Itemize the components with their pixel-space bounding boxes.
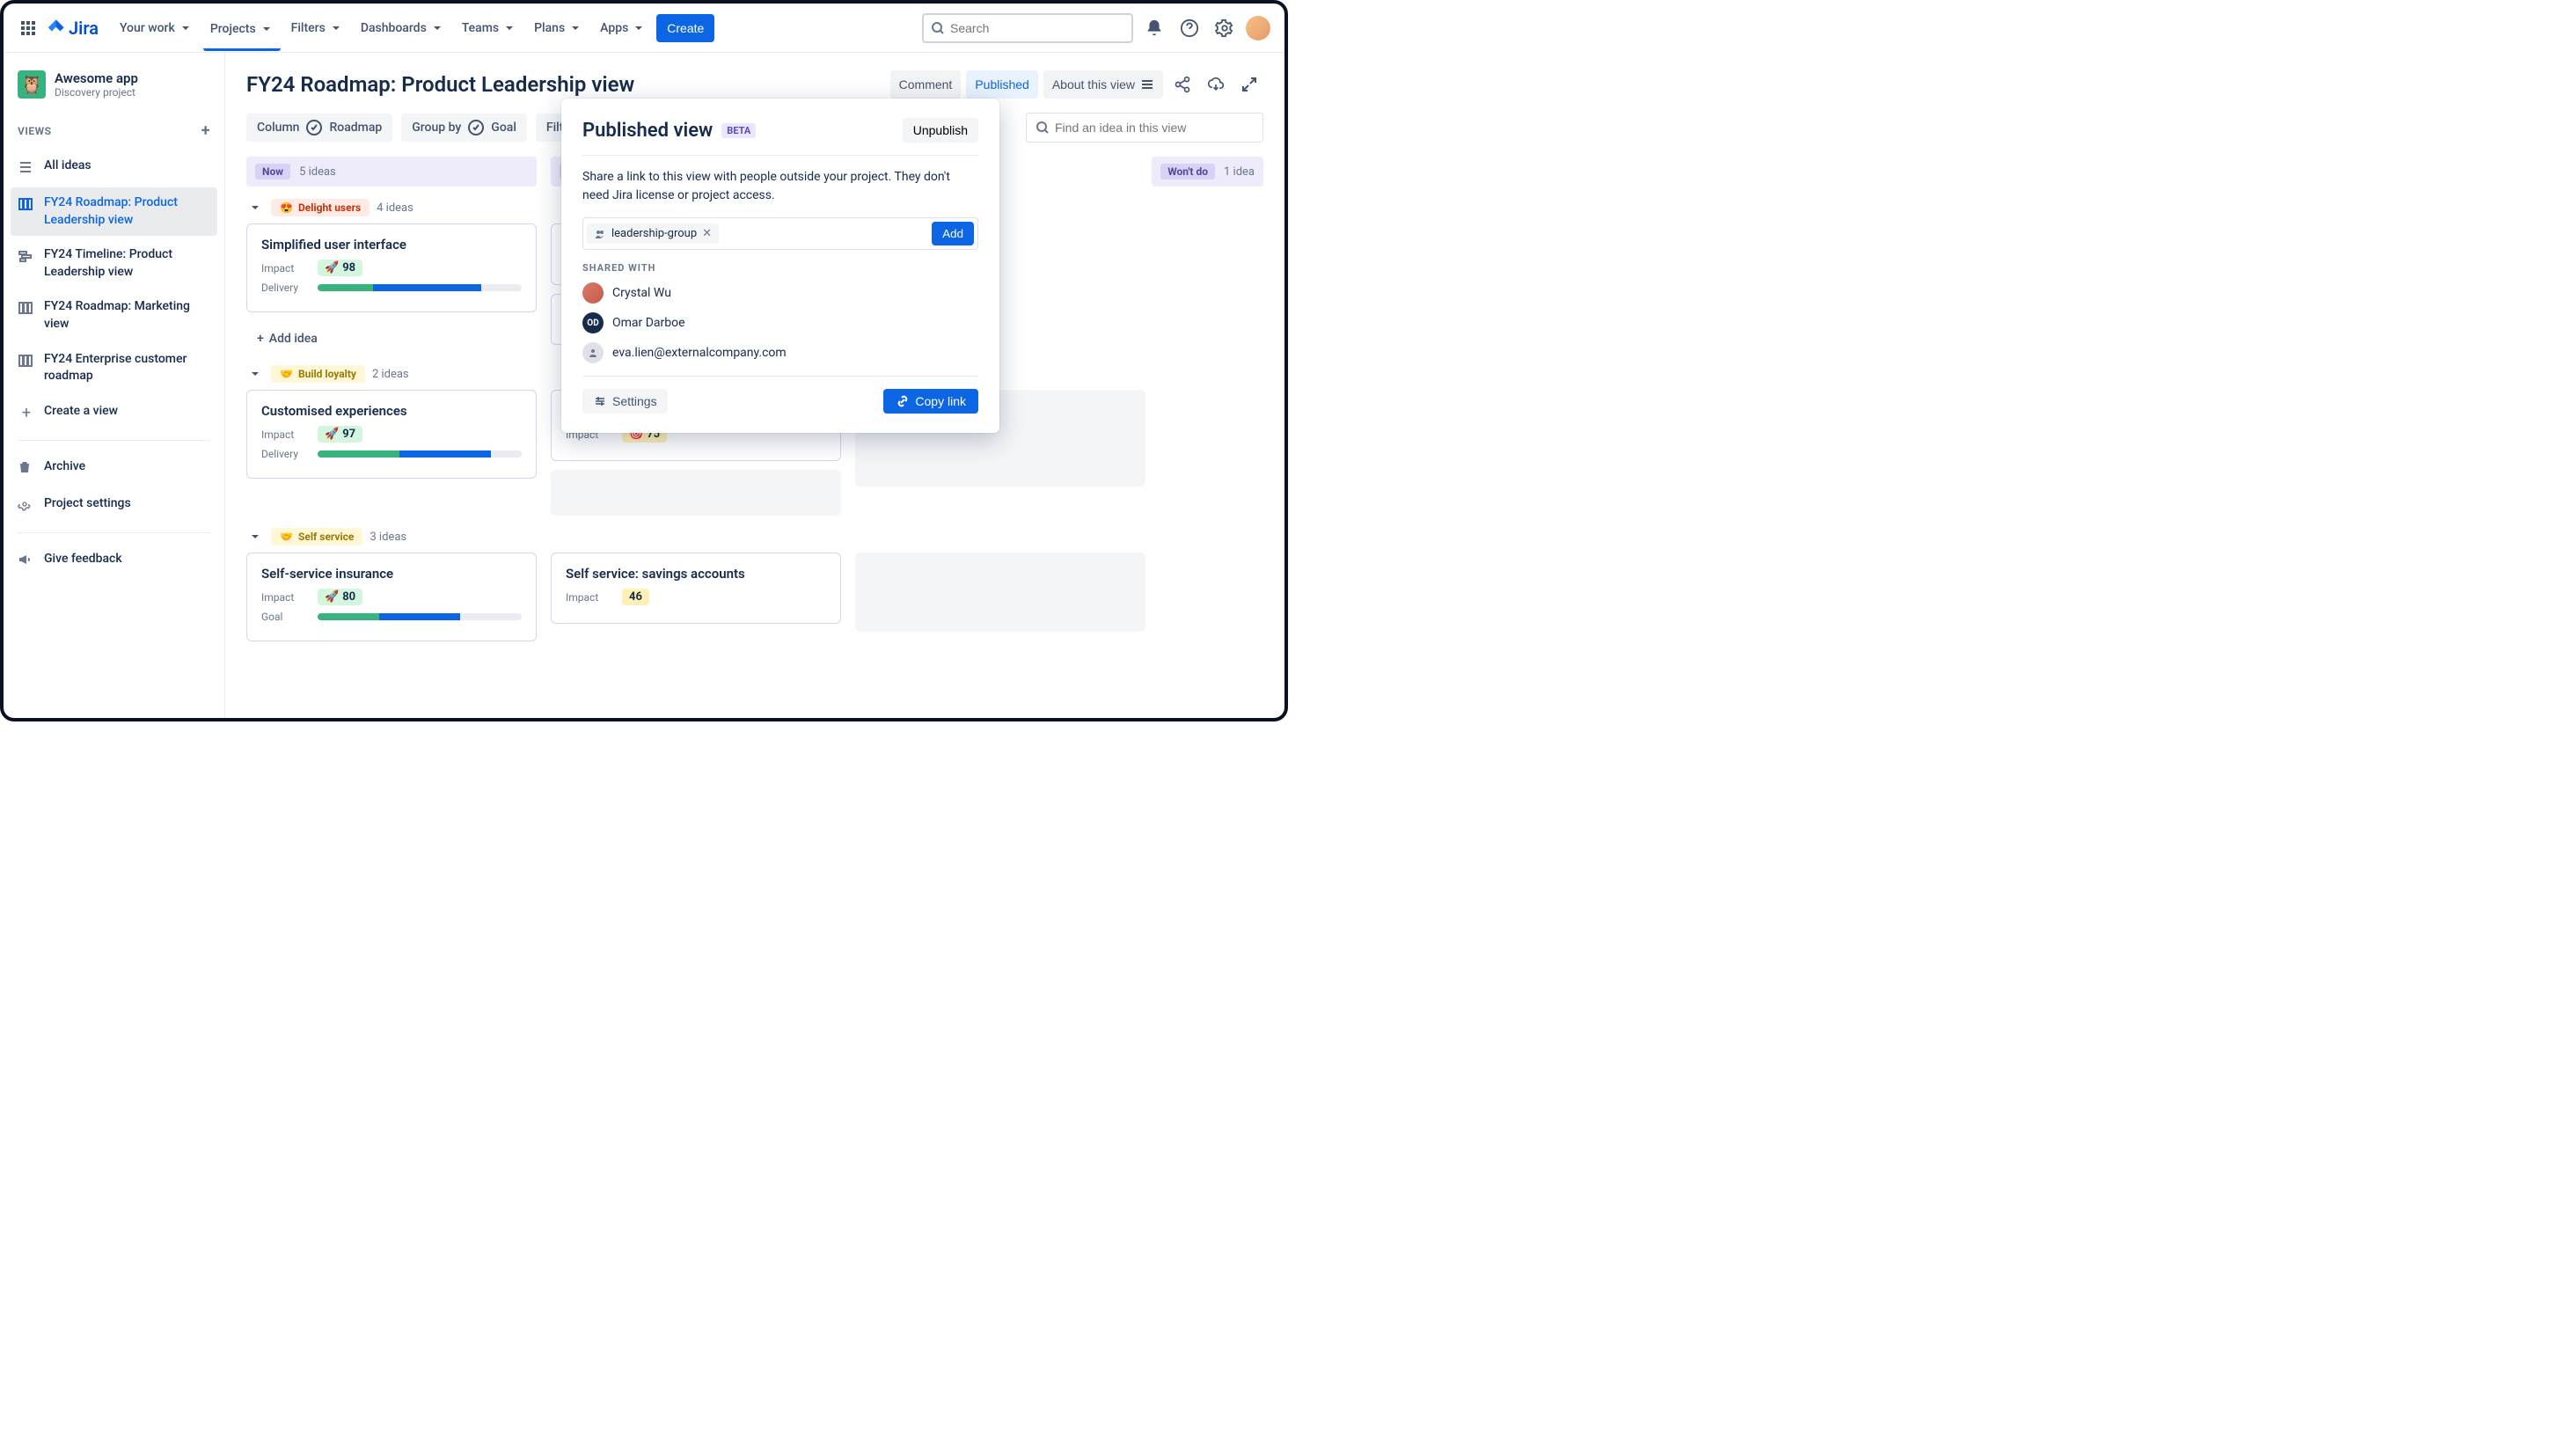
groupby-control[interactable]: Group by Goal [401, 114, 527, 142]
jira-logo[interactable]: Jira [46, 18, 99, 39]
share-token[interactable]: leadership-group ✕ [587, 223, 719, 244]
gear-icon [18, 497, 35, 515]
card-customised-experiences[interactable]: Customised experiences Impact🚀 97 Delive… [246, 390, 537, 479]
copy-link-button[interactable]: Copy link [883, 389, 978, 414]
avatar [582, 282, 604, 304]
board-icon [18, 353, 35, 370]
published-view-popover: Published view BETA Unpublish Share a li… [561, 99, 999, 433]
trash-icon [18, 460, 35, 478]
megaphone-icon [18, 553, 35, 570]
find-idea-input[interactable] [1055, 121, 1254, 135]
view-fy24-roadmap-marketing[interactable]: FY24 Roadmap: Marketing view [11, 291, 217, 340]
board-icon [18, 300, 35, 318]
card-self-service-savings[interactable]: Self service: savings accounts Impact46 [551, 553, 841, 624]
unpublish-button[interactable]: Unpublish [903, 118, 978, 143]
comment-button[interactable]: Comment [890, 70, 962, 99]
project-subtitle: Discovery project [55, 86, 138, 99]
global-search[interactable] [922, 13, 1133, 43]
person-icon [582, 342, 604, 363]
share-input-row[interactable]: leadership-group ✕ Add [582, 217, 978, 250]
project-header[interactable]: 🦉 Awesome app Discovery project [11, 67, 217, 111]
views-section-header: VIEWS + [11, 114, 217, 147]
menu-icon [1140, 77, 1154, 92]
nav-your-work[interactable]: Your work [113, 16, 200, 40]
published-button[interactable]: Published [966, 70, 1038, 99]
create-button[interactable]: Create [656, 14, 714, 42]
view-fy24-roadmap-product[interactable]: FY24 Roadmap: Product Leadership view [11, 187, 217, 236]
sliders-icon [593, 394, 607, 408]
topbar: Jira Your work Projects Filters Dashboar… [4, 4, 1284, 53]
about-view-button[interactable]: About this view [1043, 70, 1163, 99]
group-icon [594, 228, 606, 240]
search-input[interactable] [950, 21, 1124, 35]
bucket-wont-do[interactable]: Won't do 1 idea [1152, 157, 1263, 187]
shared-with-label: SHARED WITH [582, 262, 978, 274]
board-icon [18, 196, 35, 214]
column-control[interactable]: Column Roadmap [246, 114, 392, 142]
help-icon[interactable] [1175, 14, 1204, 42]
find-idea-search[interactable] [1026, 113, 1263, 143]
project-icon: 🦉 [18, 70, 46, 99]
search-icon [931, 21, 945, 35]
notifications-icon[interactable] [1140, 14, 1168, 42]
export-icon[interactable] [1202, 70, 1230, 99]
popover-title: Published view [582, 120, 713, 142]
check-circle-icon [306, 120, 322, 135]
nav-filters[interactable]: Filters [284, 16, 350, 40]
card-self-service-insurance[interactable]: Self-service insurance Impact🚀 80 Goal [246, 553, 537, 641]
avatar: OD [582, 312, 604, 333]
brand-name: Jira [69, 18, 99, 39]
card-placeholder [855, 553, 1145, 632]
chevron-down-icon[interactable] [246, 528, 264, 546]
timeline-icon [18, 248, 35, 266]
view-fy24-timeline-product[interactable]: FY24 Timeline: Product Leadership view [11, 239, 217, 288]
settings-icon[interactable] [1211, 14, 1239, 42]
app-switcher-icon[interactable] [18, 18, 39, 39]
add-view-icon[interactable]: + [201, 121, 210, 140]
archive[interactable]: Archive [11, 451, 217, 485]
page-title: FY24 Roadmap: Product Leadership view [246, 72, 634, 97]
popover-description: Share a link to this view with people ou… [582, 155, 978, 205]
share-icon[interactable] [1168, 70, 1197, 99]
group-self-service[interactable]: 🤝Self service 3 ideas [246, 528, 1263, 546]
card-placeholder [551, 470, 841, 516]
link-icon [896, 394, 910, 408]
give-feedback[interactable]: Give feedback [11, 544, 217, 577]
view-all-ideas[interactable]: All ideas [11, 150, 217, 184]
project-settings[interactable]: Project settings [11, 488, 217, 522]
add-share-button[interactable]: Add [932, 222, 974, 245]
expand-icon[interactable] [1235, 70, 1263, 99]
nav-apps[interactable]: Apps [593, 16, 653, 40]
remove-token-icon[interactable]: ✕ [702, 227, 712, 240]
nav-teams[interactable]: Teams [455, 16, 523, 40]
add-idea-button[interactable]: +Add idea [246, 325, 537, 353]
nav-projects[interactable]: Projects [203, 17, 281, 51]
nav-dashboards[interactable]: Dashboards [354, 16, 451, 40]
create-view[interactable]: + Create a view [11, 396, 217, 429]
user-avatar[interactable] [1246, 16, 1270, 40]
beta-badge: BETA [721, 123, 756, 138]
bucket-now[interactable]: Now 5 ideas [246, 157, 537, 187]
card-simplified-ui[interactable]: Simplified user interface Impact🚀 98 Del… [246, 223, 537, 312]
chevron-down-icon[interactable] [246, 199, 264, 216]
shared-user[interactable]: OD Omar Darboe [582, 312, 978, 333]
check-circle-icon [468, 120, 484, 135]
shared-user[interactable]: eva.lien@externalcompany.com [582, 342, 978, 363]
project-name: Awesome app [55, 70, 138, 86]
nav-plans[interactable]: Plans [527, 16, 589, 40]
search-icon [1036, 121, 1050, 135]
shared-user[interactable]: Crystal Wu [582, 282, 978, 304]
sidebar: 🦉 Awesome app Discovery project VIEWS + … [4, 53, 225, 718]
list-icon [18, 159, 35, 177]
chevron-down-icon[interactable] [246, 365, 264, 383]
plus-icon: + [18, 405, 35, 422]
popover-settings-button[interactable]: Settings [582, 389, 668, 414]
view-fy24-enterprise[interactable]: FY24 Enterprise customer roadmap [11, 344, 217, 392]
